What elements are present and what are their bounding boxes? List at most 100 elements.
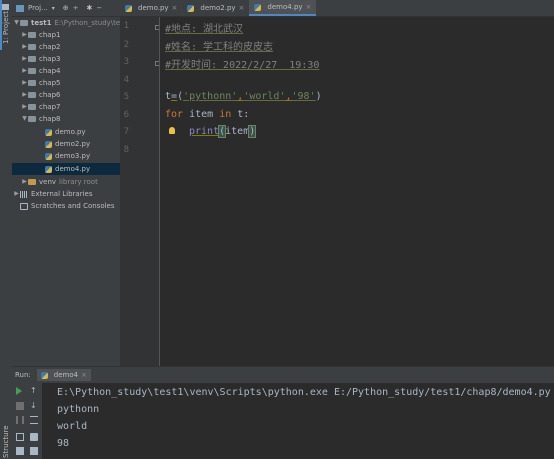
code-token: in bbox=[219, 109, 232, 120]
tree-folder-chap5[interactable]: ▶ chap5 bbox=[21, 77, 60, 89]
console-line: 98 bbox=[57, 438, 70, 449]
line-number-gutter[interactable]: 1 2 3 4 5 6 7 8 bbox=[120, 17, 160, 366]
folder-icon bbox=[28, 32, 36, 38]
library-root-label: library root bbox=[59, 178, 98, 186]
project-panel: Proj... ▾ ⊕ ÷ ✱ − ▼ test1 E:\Python_stud… bbox=[12, 0, 121, 366]
tree-file-demo[interactable]: demo.py bbox=[45, 126, 86, 138]
project-view-selector[interactable]: Proj... bbox=[28, 4, 48, 12]
scratches-icon bbox=[20, 202, 28, 210]
file-label: demo4.py bbox=[55, 165, 91, 173]
chevron-down-icon[interactable]: ▼ bbox=[21, 113, 28, 125]
project-view-icon[interactable] bbox=[16, 4, 24, 12]
code-token: print bbox=[189, 126, 220, 137]
tree-folder-chap2[interactable]: ▶ chap2 bbox=[21, 41, 60, 53]
tree-file-demo2[interactable]: demo2.py bbox=[45, 138, 90, 150]
folder-label: chap1 bbox=[39, 31, 61, 39]
chevron-right-icon[interactable]: ▶ bbox=[21, 41, 28, 53]
code-editor[interactable]: #地点: 湖北武汉 #姓名: 学工科的皮皮志 #开发时间: 2022/2/27 … bbox=[160, 17, 554, 366]
layout-icon[interactable] bbox=[16, 433, 24, 441]
folder-icon bbox=[28, 68, 36, 74]
structure-side-tab[interactable]: Structure bbox=[2, 425, 10, 458]
chevron-down-icon[interactable]: ▼ bbox=[13, 17, 20, 29]
tab-label: demo4.py bbox=[267, 3, 303, 11]
project-tool-icon[interactable] bbox=[2, 4, 9, 10]
console-line: pythonn bbox=[57, 404, 100, 415]
lightbulb-icon[interactable] bbox=[169, 127, 175, 134]
python-file-icon bbox=[125, 4, 132, 12]
tree-root-test1[interactable]: ▼ test1 E:\Python_study\te bbox=[13, 17, 120, 29]
collapse-icon[interactable]: ÷ bbox=[73, 4, 79, 12]
delete-icon[interactable] bbox=[30, 447, 38, 455]
close-icon[interactable]: × bbox=[172, 4, 178, 12]
tree-file-demo4[interactable]: demo4.py bbox=[12, 163, 120, 175]
chevron-right-icon[interactable]: ▶ bbox=[21, 65, 28, 77]
close-icon[interactable]: × bbox=[306, 3, 312, 11]
code-line-1: #地点: 湖北武汉 bbox=[165, 24, 244, 35]
run-config-label: demo4 bbox=[53, 371, 79, 379]
code-line-2: #姓名: 学工科的皮皮志 bbox=[165, 42, 274, 53]
python-file-icon bbox=[45, 165, 52, 173]
tree-folder-chap3[interactable]: ▶ chap3 bbox=[21, 53, 60, 65]
tree-folder-chap7[interactable]: ▶ chap7 bbox=[21, 101, 60, 113]
gear-icon[interactable]: ✱ bbox=[87, 4, 93, 12]
python-file-icon bbox=[45, 128, 52, 136]
run-console[interactable]: E:\Python_study\test1\venv\Scripts\pytho… bbox=[42, 383, 554, 459]
scratches-label: Scratches and Consoles bbox=[31, 202, 115, 210]
tab-demo2[interactable]: demo2.py × bbox=[182, 0, 249, 16]
line-number: 5 bbox=[123, 92, 129, 102]
folder-label: chap8 bbox=[39, 115, 61, 123]
tree-folder-venv[interactable]: ▶ venv library root bbox=[21, 176, 98, 188]
tree-scratches[interactable]: Scratches and Consoles bbox=[20, 200, 115, 212]
tree-folder-chap8[interactable]: ▼ chap8 bbox=[21, 113, 60, 125]
hide-icon[interactable]: − bbox=[96, 4, 102, 12]
tab-demo4[interactable]: demo4.py × bbox=[249, 0, 317, 16]
locate-icon[interactable]: ⊕ bbox=[63, 4, 69, 12]
close-icon[interactable]: × bbox=[81, 371, 87, 379]
console-line: world bbox=[57, 421, 88, 432]
print-icon[interactable] bbox=[30, 433, 38, 441]
scroll-up-icon[interactable]: ↑ bbox=[30, 387, 38, 395]
chevron-right-icon[interactable]: ▶ bbox=[13, 188, 20, 200]
scroll-down-icon[interactable]: ↓ bbox=[30, 402, 38, 410]
close-icon[interactable]: × bbox=[239, 4, 245, 12]
project-side-tab[interactable]: 1: Project bbox=[2, 11, 10, 44]
run-config-tab[interactable]: demo4 × bbox=[36, 369, 91, 381]
python-file-icon bbox=[45, 140, 52, 148]
chevron-right-icon[interactable]: ▶ bbox=[21, 53, 28, 65]
folder-label: chap6 bbox=[39, 91, 61, 99]
chevron-right-icon[interactable]: ▶ bbox=[21, 29, 28, 41]
rerun-icon[interactable] bbox=[16, 387, 22, 395]
chevron-right-icon[interactable]: ▶ bbox=[21, 176, 28, 188]
line-number: 4 bbox=[123, 75, 129, 85]
tree-folder-chap4[interactable]: ▶ chap4 bbox=[21, 65, 60, 77]
code-token: 'pythonn' bbox=[183, 91, 238, 102]
library-icon bbox=[20, 190, 28, 198]
pause-icon[interactable] bbox=[16, 416, 24, 424]
soft-wrap-icon[interactable] bbox=[30, 416, 38, 424]
run-panel-header: Run: demo4 × bbox=[12, 366, 554, 384]
folder-icon bbox=[28, 44, 36, 50]
dropdown-arrow-icon[interactable]: ▾ bbox=[52, 5, 55, 12]
chevron-right-icon[interactable]: ▶ bbox=[21, 77, 28, 89]
stop-icon[interactable] bbox=[16, 402, 24, 410]
project-tab-indicator bbox=[0, 0, 2, 50]
tab-demo[interactable]: demo.py × bbox=[120, 0, 182, 16]
line-number: 7 bbox=[123, 127, 129, 137]
line-number: 6 bbox=[123, 110, 129, 120]
tree-folder-chap6[interactable]: ▶ chap6 bbox=[21, 89, 60, 101]
folder-label: chap5 bbox=[39, 79, 61, 87]
folder-icon bbox=[28, 116, 36, 122]
chevron-right-icon[interactable]: ▶ bbox=[21, 101, 28, 113]
code-token: item bbox=[225, 126, 250, 137]
tree-folder-chap1[interactable]: ▶ chap1 bbox=[21, 29, 60, 41]
code-line-7: print(item) bbox=[189, 125, 257, 138]
folder-icon bbox=[28, 179, 36, 185]
editor-tab-bar: demo.py × demo2.py × demo4.py × bbox=[120, 0, 554, 17]
code-token: for bbox=[165, 109, 184, 120]
tree-external-libraries[interactable]: ▶ External Libraries bbox=[13, 188, 93, 200]
chevron-right-icon[interactable]: ▶ bbox=[21, 89, 28, 101]
tree-file-demo3[interactable]: demo3.py bbox=[45, 150, 90, 162]
external-libraries-label: External Libraries bbox=[31, 190, 93, 198]
pin-icon[interactable] bbox=[16, 447, 24, 455]
line-number: 2 bbox=[123, 40, 129, 50]
